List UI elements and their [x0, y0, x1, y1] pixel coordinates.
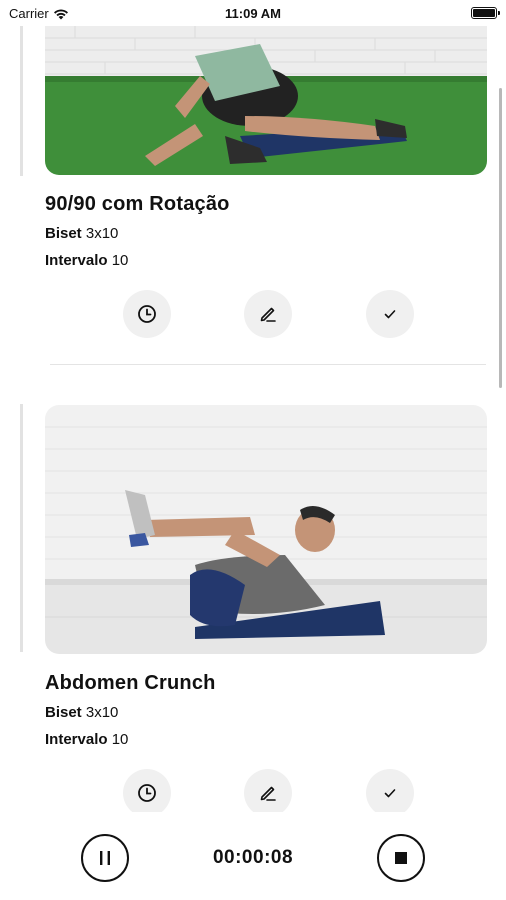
exercise-card: Abdomen Crunch Biset 3x10 Intervalo 10	[45, 405, 487, 812]
timeline-rail	[20, 404, 23, 652]
elapsed-timer: 00:00:08	[212, 847, 294, 868]
timeline-rail	[20, 26, 23, 176]
card-divider	[50, 364, 486, 365]
clock-icon	[138, 784, 156, 802]
interval-label: Intervalo	[45, 731, 108, 748]
exercise-actions	[45, 290, 487, 340]
interval-value: 10	[111, 731, 129, 748]
complete-button[interactable]	[366, 290, 414, 338]
timer-button[interactable]	[123, 290, 171, 338]
timer-button[interactable]	[123, 769, 171, 812]
stop-button[interactable]	[377, 834, 425, 882]
exercise-interval: Intervalo 10	[45, 252, 487, 270]
exercise-title: Abdomen Crunch	[45, 672, 216, 694]
sets-label: Biset	[45, 225, 82, 242]
exercise-photo-abdomen-crunch[interactable]	[45, 405, 487, 654]
exercise-card: 90/90 com Rotação Biset 3x10 Intervalo 1…	[45, 26, 487, 340]
exercise-title: 90/90 com Rotação	[45, 193, 230, 215]
status-time: 11:09 AM	[225, 6, 281, 21]
exercise-sets: Biset 3x10	[45, 704, 487, 722]
exercise-actions	[45, 769, 487, 812]
battery-icon	[471, 7, 500, 19]
clock-icon	[138, 305, 156, 323]
pencil-icon	[260, 786, 276, 801]
stop-icon	[395, 852, 407, 864]
complete-button[interactable]	[366, 769, 414, 812]
exercise-sets: Biset 3x10	[45, 225, 487, 243]
scrollbar[interactable]	[499, 88, 502, 388]
checkmark-icon	[384, 789, 396, 798]
workout-player: 00:00:08	[0, 812, 506, 900]
sets-label: Biset	[45, 704, 82, 721]
checkmark-icon	[384, 310, 396, 319]
interval-value: 10	[111, 252, 129, 269]
pencil-icon	[260, 307, 276, 322]
edit-button[interactable]	[244, 290, 292, 338]
sets-value: 3x10	[85, 225, 119, 242]
exercise-photo-90-90-rotation[interactable]	[45, 26, 487, 175]
exercise-interval: Intervalo 10	[45, 731, 487, 749]
sets-value: 3x10	[85, 704, 119, 721]
exercise-list[interactable]: 90/90 com Rotação Biset 3x10 Intervalo 1…	[0, 26, 506, 812]
edit-button[interactable]	[244, 769, 292, 812]
status-bar: Carrier 11:09 AM	[0, 0, 506, 26]
interval-label: Intervalo	[45, 252, 108, 269]
